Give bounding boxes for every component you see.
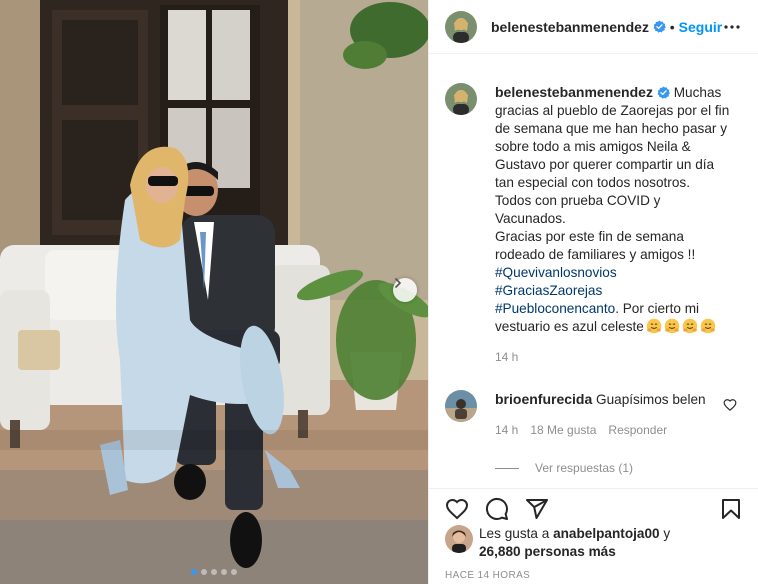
- comment-like-heart-icon[interactable]: [723, 398, 737, 412]
- hugging-face-emoji-icon: [682, 318, 698, 334]
- action-bar: [429, 488, 758, 528]
- caption-body: Muchas gracias al pueblo de Zaorejas por…: [495, 85, 730, 190]
- author-avatar[interactable]: [445, 10, 477, 43]
- bookmark-icon: [722, 498, 740, 519]
- likes-summary: Les gusta a anabelpantoja00 y 26,880 per…: [445, 525, 745, 561]
- comment-body: brioenfurecida Guapísimos belen 14 h 18 …: [495, 390, 715, 437]
- likes-count[interactable]: 26,880 personas más: [479, 544, 616, 559]
- comment-text: Guapísimos belen: [596, 392, 706, 407]
- photo-illustration: [0, 0, 428, 584]
- carousel-dot: [221, 569, 227, 575]
- liker-username[interactable]: anabelpantoja00: [553, 526, 660, 541]
- likes-prefix: Les gusta a: [479, 526, 554, 541]
- post-photo[interactable]: [0, 0, 428, 584]
- comment-time[interactable]: 14 h: [495, 423, 518, 437]
- emoji-group: [644, 318, 716, 334]
- heart-icon: [445, 498, 469, 519]
- hugging-face-emoji-icon: [646, 318, 662, 334]
- caption-covid-line: Todos con prueba COVID y Vacunados.: [495, 193, 661, 226]
- chevron-right-icon: [395, 278, 401, 288]
- likes-text: Les gusta a anabelpantoja00 y 26,880 per…: [479, 525, 670, 561]
- caption-text: belenestebanmenendez Muchas gracias al p…: [495, 83, 733, 366]
- comments-section: belenestebanmenendez Muchas gracias al p…: [429, 55, 758, 487]
- verified-badge-icon: [653, 20, 666, 33]
- carousel-dot: [211, 569, 217, 575]
- save-button[interactable]: [711, 489, 751, 529]
- author-username[interactable]: belenestebanmenendez: [491, 19, 649, 35]
- view-replies-label: Ver respuestas (1): [535, 461, 634, 475]
- reply-button[interactable]: Responder: [608, 423, 667, 437]
- carousel-next-button[interactable]: [393, 278, 417, 302]
- liker-avatar[interactable]: [445, 525, 473, 553]
- likes-conjunction: y: [659, 526, 671, 541]
- post-header: belenestebanmenendez • Seguir: [429, 0, 758, 54]
- share-icon: [526, 498, 548, 519]
- view-replies-button[interactable]: Ver respuestas (1): [495, 461, 745, 475]
- comment-item: brioenfurecida Guapísimos belen 14 h 18 …: [445, 390, 745, 437]
- carousel-indicator: [0, 569, 428, 575]
- post-time-ago[interactable]: HACE 14 HORAS: [445, 570, 530, 581]
- hugging-face-emoji-icon: [700, 318, 716, 334]
- share-button[interactable]: [517, 489, 557, 529]
- comment-likes[interactable]: 18 Me gusta: [530, 423, 596, 437]
- more-options-button[interactable]: [722, 17, 742, 37]
- like-button[interactable]: [437, 489, 477, 529]
- post-caption: belenestebanmenendez Muchas gracias al p…: [445, 83, 745, 366]
- carousel-dot: [191, 569, 197, 575]
- post-side-panel: belenestebanmenendez • Seguir belenesteb…: [428, 0, 758, 584]
- hugging-face-emoji-icon: [664, 318, 680, 334]
- carousel-dot: [231, 569, 237, 575]
- comment-button[interactable]: [477, 489, 517, 529]
- comment-meta: 14 h 18 Me gusta Responder: [495, 423, 715, 437]
- caption-time: 14 h: [495, 350, 519, 364]
- caption-username[interactable]: belenestebanmenendez: [495, 84, 653, 100]
- commenter-avatar[interactable]: [445, 390, 477, 422]
- more-options-icon: [724, 24, 740, 29]
- hashtag-link[interactable]: #Puebloconencanto: [495, 301, 615, 316]
- hashtag-link[interactable]: #Quevivanlosnovios: [495, 265, 617, 280]
- header-separator: •: [669, 18, 675, 35]
- carousel-dot: [201, 569, 207, 575]
- follow-button[interactable]: Seguir: [679, 19, 723, 35]
- comment-icon: [485, 497, 508, 520]
- commenter-username[interactable]: brioenfurecida: [495, 391, 592, 407]
- hashtag-link[interactable]: #GraciasZaorejas: [495, 283, 602, 298]
- caption-author-avatar[interactable]: [445, 83, 477, 115]
- caption-thanks-line: Gracias por este fin de semana rodeado d…: [495, 229, 696, 262]
- replies-divider: [495, 467, 519, 469]
- verified-badge-icon: [657, 86, 670, 99]
